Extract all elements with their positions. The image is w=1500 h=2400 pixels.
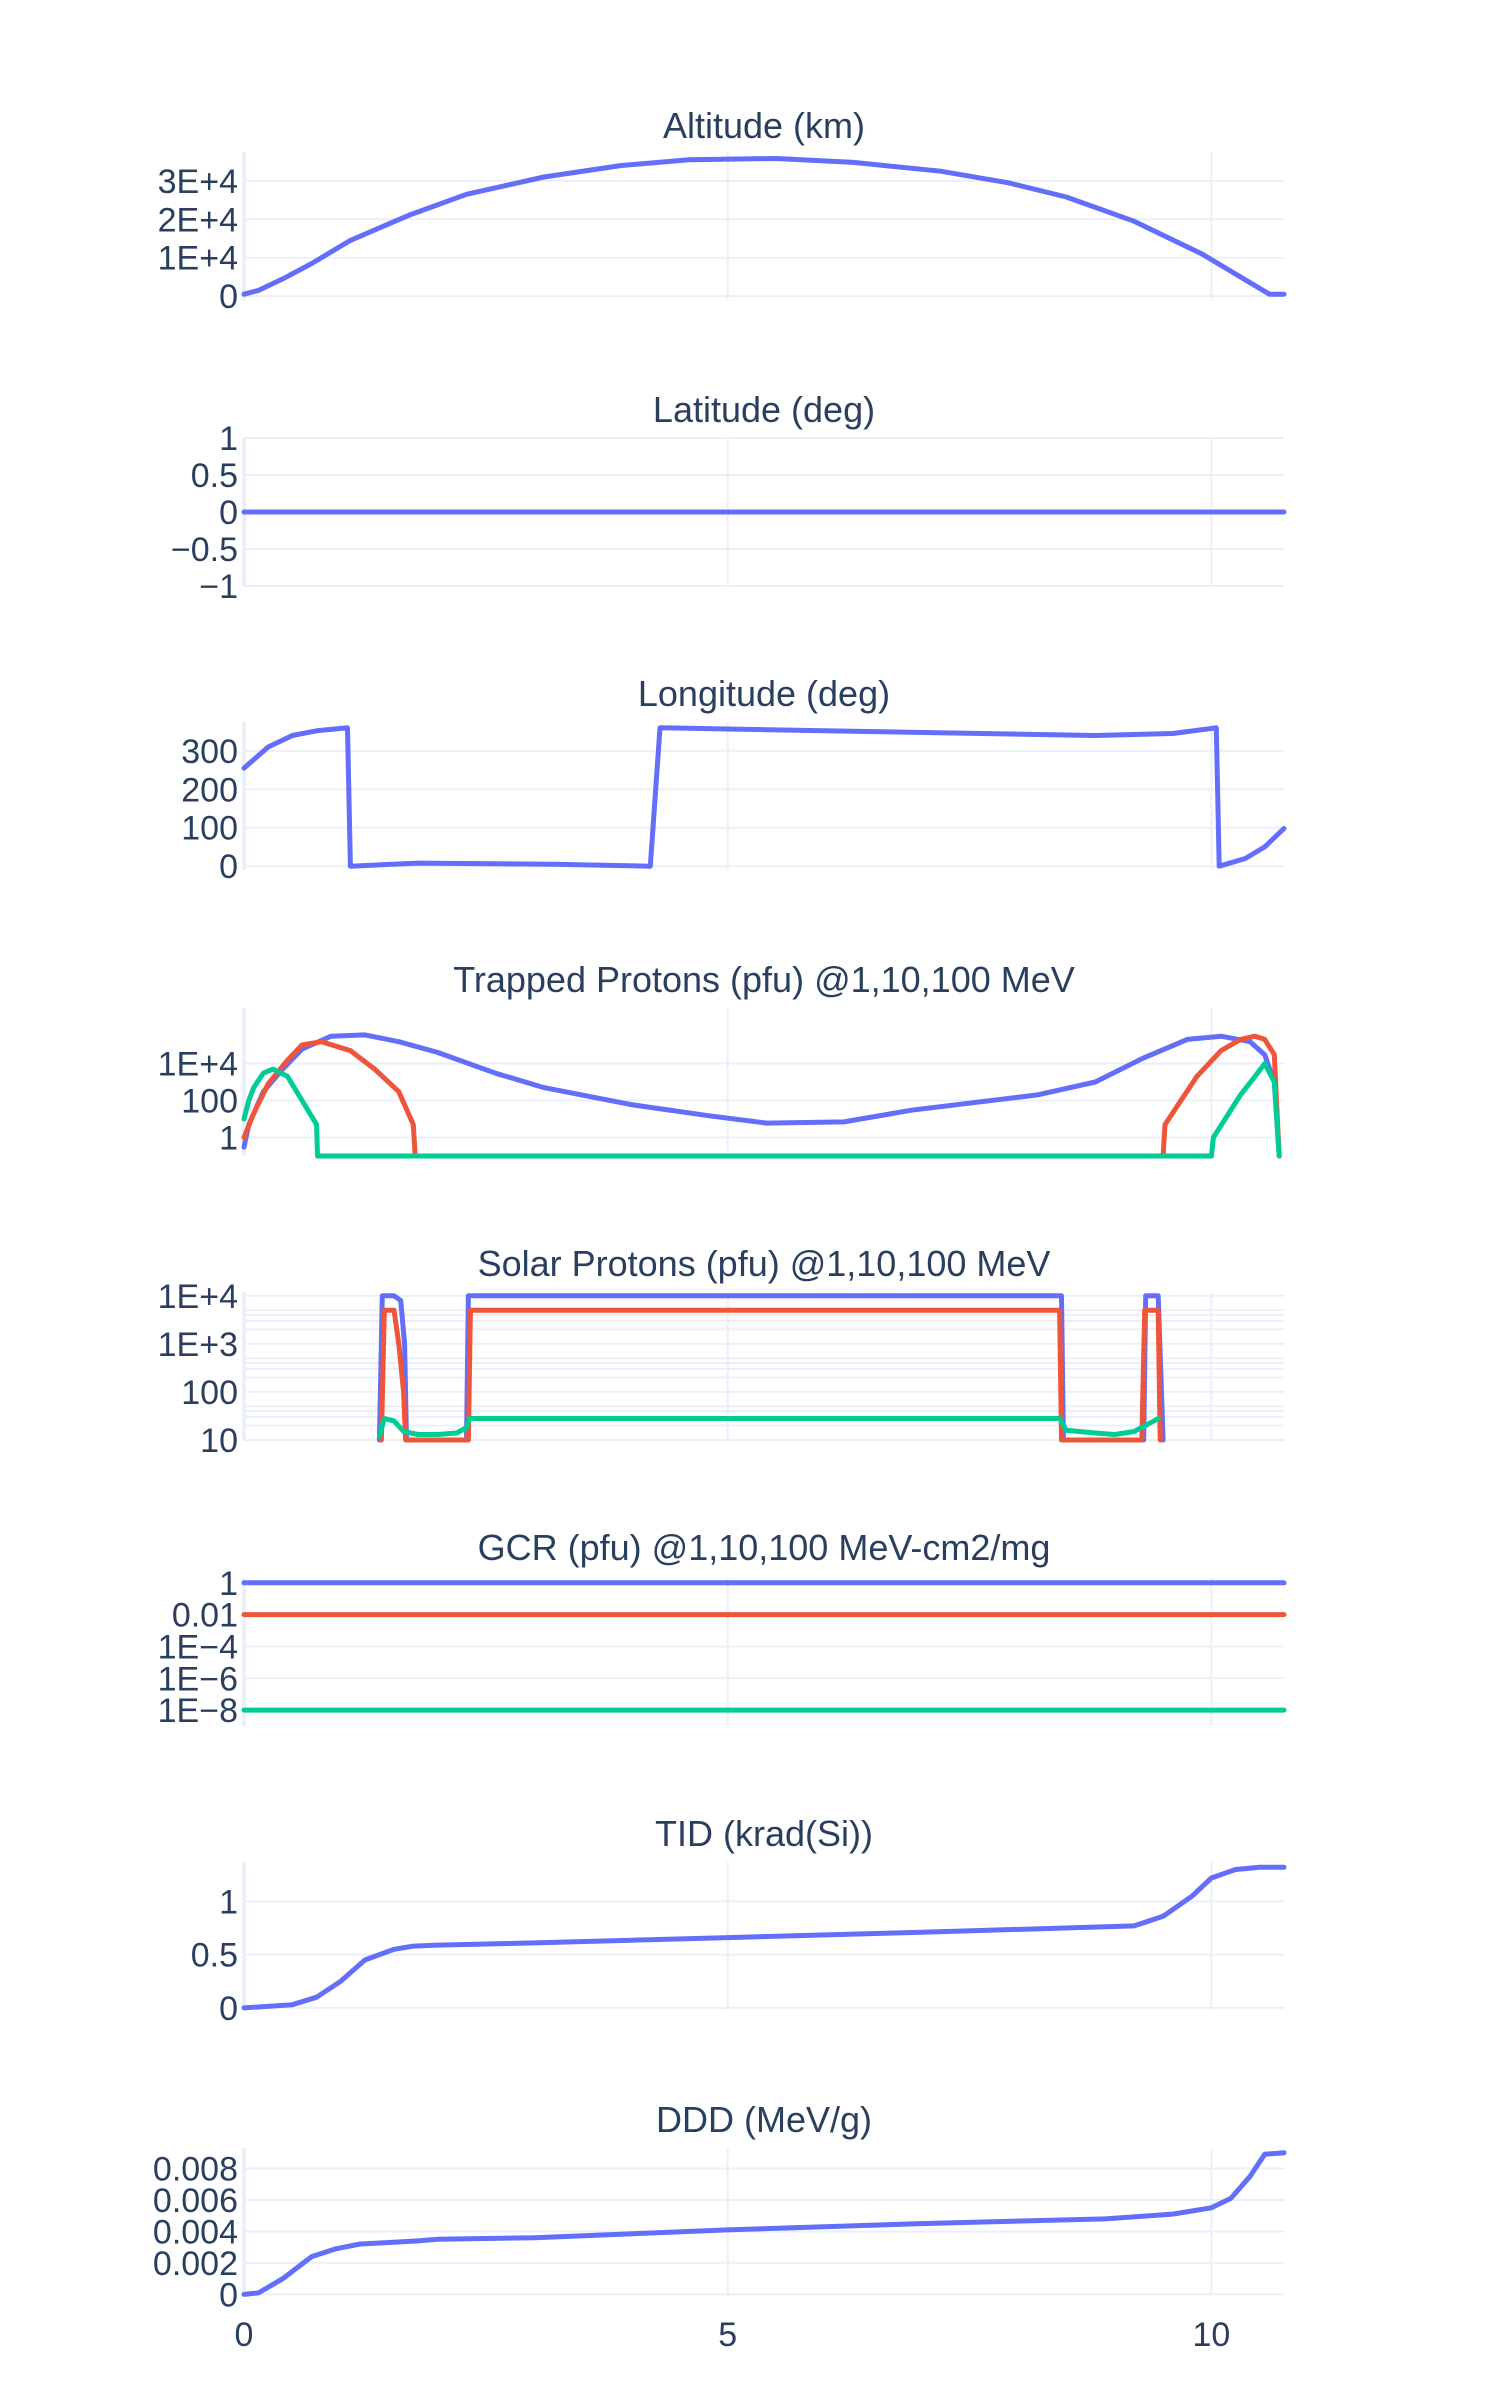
subplot-title: Longitude (deg) — [638, 673, 890, 714]
y-tick-label: 300 — [181, 733, 238, 771]
y-tick-label: 0.008 — [153, 2150, 238, 2188]
subplot-title: Altitude (km) — [663, 105, 865, 146]
subplot-title: DDD (MeV/g) — [656, 2099, 872, 2140]
y-tick-label: 1E+4 — [158, 240, 238, 278]
y-tick-label: 1 — [219, 1883, 238, 1921]
y-tick-label: 1 — [219, 420, 238, 458]
y-tick-label: 0 — [219, 494, 238, 532]
x-tick-label: 0 — [235, 2316, 254, 2354]
y-tick-label: 0 — [219, 848, 238, 886]
subplot-title: GCR (pfu) @1,10,100 MeV-cm2/mg — [478, 1527, 1051, 1568]
y-tick-label: 0.5 — [191, 457, 238, 495]
y-tick-label: −0.5 — [171, 531, 238, 569]
subplot-title: Latitude (deg) — [653, 389, 875, 430]
y-tick-label: −1 — [199, 568, 238, 606]
y-tick-label: 10 — [200, 1422, 238, 1460]
y-tick-label: 100 — [181, 1374, 238, 1412]
subplot-title: Solar Protons (pfu) @1,10,100 MeV — [478, 1243, 1051, 1284]
y-tick-label: 100 — [181, 1083, 238, 1121]
y-tick-label: 1 — [219, 1120, 238, 1158]
x-tick-label: 5 — [718, 2316, 737, 2354]
y-tick-label: 0 — [219, 278, 238, 316]
y-tick-label: 1E+4 — [158, 1278, 238, 1316]
y-tick-label: 1E+3 — [158, 1326, 238, 1364]
y-tick-label: 200 — [181, 771, 238, 809]
subplot-title: TID (krad(Si)) — [655, 1813, 873, 1854]
y-tick-label: 2E+4 — [158, 201, 238, 239]
y-tick-label: 1 — [219, 1565, 238, 1603]
subplot-title: Trapped Protons (pfu) @1,10,100 MeV — [453, 959, 1075, 1000]
figure: 01E+42E+43E+4Altitude (km)−1−0.500.51Lat… — [0, 0, 1500, 2400]
figure-background — [0, 0, 1500, 2400]
x-tick-label: 10 — [1193, 2316, 1231, 2354]
y-tick-label: 0.5 — [191, 1937, 238, 1975]
y-tick-label: 1E+4 — [158, 1046, 238, 1084]
y-tick-label: 100 — [181, 810, 238, 848]
y-tick-label: 3E+4 — [158, 163, 238, 201]
y-tick-label: 0 — [219, 1990, 238, 2028]
